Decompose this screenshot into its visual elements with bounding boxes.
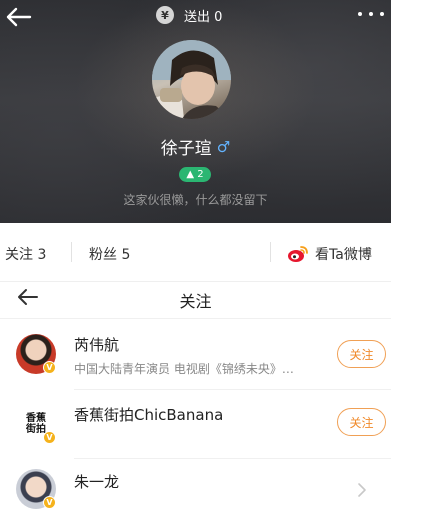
follow-list-item[interactable]: V 朱一龙	[0, 459, 391, 520]
follow-user-name: 香蕉街拍ChicBanana	[74, 406, 224, 424]
gifts-sent[interactable]: ¥ 送出 0	[156, 5, 222, 25]
follow-button[interactable]: 关注	[337, 408, 386, 436]
follow-button[interactable]: 关注	[337, 340, 386, 368]
list-top-divider	[0, 318, 391, 319]
stats-divider	[270, 242, 271, 262]
follow-list-item[interactable]: 香蕉街拍 V 香蕉街拍ChicBanana 关注	[0, 390, 391, 458]
page-title: 关注	[179, 292, 212, 311]
level-badge: ▲ 2	[179, 167, 211, 182]
verified-badge-icon: V	[43, 496, 56, 509]
follow-user-name: 朱一龙	[74, 473, 120, 491]
follow-list-item[interactable]: V 芮伟航 中国大陆青年演员 电视剧《锦绣未央》… 关注	[0, 322, 391, 390]
profile-avatar[interactable]	[152, 40, 231, 119]
yen-icon: ¥	[156, 6, 174, 24]
right-margin	[391, 0, 423, 520]
section-divider	[0, 281, 391, 282]
chevron-right-icon[interactable]	[356, 482, 368, 498]
user-name: 徐子瑄	[160, 139, 212, 159]
view-weibo-link[interactable]: 看Ta微博	[287, 244, 372, 264]
gifts-sent-label: 送出 0	[184, 9, 223, 25]
weibo-icon	[288, 246, 308, 262]
male-gender-icon: ♂	[216, 137, 231, 156]
weibo-label: 看Ta微博	[315, 247, 372, 263]
verified-badge-icon: V	[43, 431, 56, 444]
follow-user-desc: 中国大陆青年演员 电视剧《锦绣未央》…	[74, 362, 294, 376]
more-options-icon[interactable]	[358, 9, 384, 19]
screen: ¥ 送出 0 徐子瑄 ♂ ▲ 2 这家伙很懒，什么都没留下 关注 3 粉丝 5	[0, 0, 423, 520]
fans-count[interactable]: 粉丝 5	[89, 244, 130, 264]
profile-header: ¥ 送出 0 徐子瑄 ♂ ▲ 2 这家伙很懒，什么都没留下	[0, 0, 391, 223]
verified-badge-icon: V	[43, 361, 56, 374]
user-bio: 这家伙很懒，什么都没留下	[123, 193, 268, 207]
stats-divider	[71, 242, 72, 262]
follow-user-name: 芮伟航	[74, 336, 120, 354]
user-name-row: 徐子瑄 ♂	[0, 134, 391, 160]
back-arrow-icon[interactable]	[4, 6, 32, 28]
following-count[interactable]: 关注 3	[5, 244, 46, 264]
